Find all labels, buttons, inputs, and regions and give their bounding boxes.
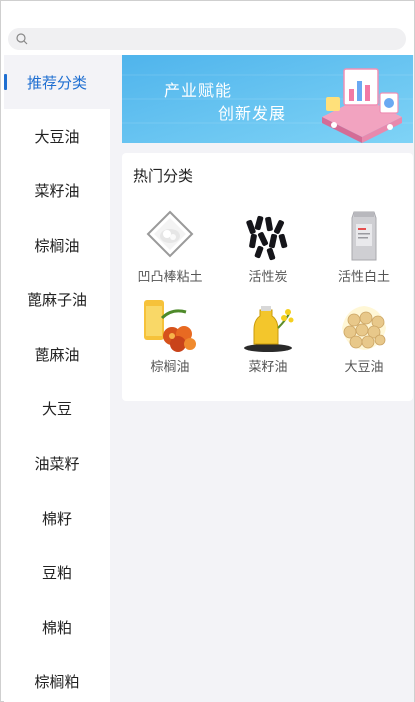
category-tile[interactable]: 棕榈油	[124, 298, 216, 382]
sidebar-item-castor-oil[interactable]: 蓖麻油	[4, 327, 110, 381]
category-tile[interactable]: 大豆油	[318, 298, 410, 382]
sidebar-item-soybean-meal[interactable]: 豆粕	[4, 545, 110, 599]
search-bar[interactable]	[8, 28, 406, 50]
category-label: 菜籽油	[248, 360, 288, 375]
bleaching-earth-bag-icon	[351, 211, 377, 261]
sidebar-item-rapeseed-oil[interactable]: 菜籽油	[4, 163, 110, 217]
category-tile[interactable]: 菜籽油	[222, 298, 314, 382]
hot-categories-title: 热门分类	[133, 167, 194, 185]
category-label: 活性白土	[337, 270, 390, 285]
category-sidebar: 推荐分类 大豆油 菜籽油 棕榈油 蓖麻子油 蓖麻油 大豆 油菜籽 棉籽 豆粕 棉…	[4, 55, 110, 702]
search-icon	[16, 33, 28, 45]
hot-categories-card: 热门分类 凹凸棒粘土 活性炭 活性白土 棕榈油 菜籽油 大豆油	[122, 153, 413, 401]
palm-oil-icon	[144, 300, 196, 352]
sidebar-item-rapeseed[interactable]: 油菜籽	[4, 436, 110, 490]
promo-banner[interactable]: 产业赋能 创新发展	[122, 55, 413, 143]
category-tile[interactable]: 活性白土	[318, 208, 410, 292]
category-label: 活性炭	[248, 270, 288, 285]
sidebar-item-soybean-oil[interactable]: 大豆油	[4, 109, 110, 163]
banner-slogan-1: 产业赋能	[164, 81, 233, 100]
sidebar-item-soybean[interactable]: 大豆	[4, 381, 110, 435]
sidebar-item-cottonseed[interactable]: 棉籽	[4, 491, 110, 545]
activated-carbon-icon	[246, 215, 288, 261]
clay-powder-icon	[146, 210, 194, 258]
sidebar-item-cottonseed-meal[interactable]: 棉粕	[4, 600, 110, 654]
rapeseed-oil-icon	[244, 306, 294, 352]
category-label: 凹凸棒粘土	[137, 270, 203, 285]
sidebar-item-palm-kernel-meal[interactable]: 棕榈粕	[4, 654, 110, 702]
banner-slogan-2: 创新发展	[218, 104, 287, 123]
sidebar-item-castor-seed-oil[interactable]: 蓖麻子油	[4, 272, 110, 326]
category-tile[interactable]: 活性炭	[222, 208, 314, 292]
soybean-oil-icon	[342, 306, 386, 350]
category-label: 棕榈油	[150, 360, 190, 375]
sidebar-item-palm-oil[interactable]: 棕榈油	[4, 218, 110, 272]
category-label: 大豆油	[344, 360, 384, 375]
sidebar-item-recommended[interactable]: 推荐分类	[4, 55, 110, 109]
category-tile[interactable]: 凹凸棒粘土	[124, 208, 216, 292]
